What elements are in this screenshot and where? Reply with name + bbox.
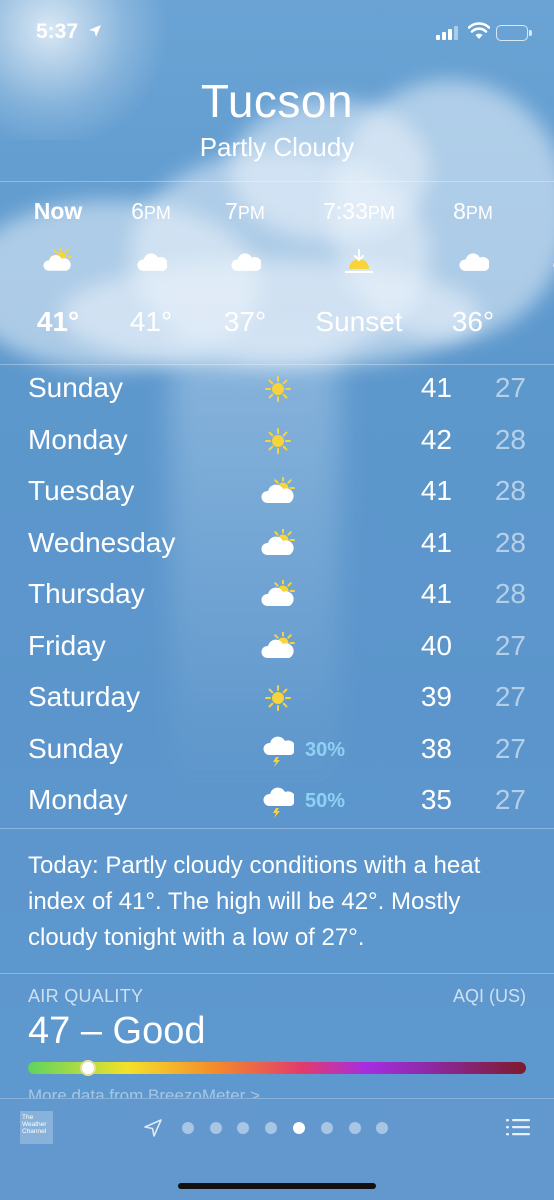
page-dot[interactable] bbox=[348, 1122, 361, 1134]
daily-row: Monday 42 28 bbox=[0, 416, 554, 468]
hour-time: 7PM bbox=[225, 198, 265, 224]
hourly-item: 7PM 37° bbox=[190, 196, 300, 340]
low-temperature: 27 bbox=[494, 629, 526, 661]
sun-icon bbox=[258, 681, 298, 715]
precipitation-chance: 50% bbox=[305, 790, 346, 812]
air-quality-unit: AQI (US) bbox=[452, 986, 526, 1006]
divider bbox=[0, 828, 554, 829]
daily-row: Wednesday 41 28 bbox=[0, 519, 554, 571]
battery-icon bbox=[496, 25, 532, 41]
low-temperature: 28 bbox=[494, 423, 526, 455]
daily-row: Tuesday 41 28 bbox=[0, 467, 554, 519]
high-temperature: 42 bbox=[420, 423, 452, 455]
page-indicator[interactable] bbox=[142, 1117, 396, 1139]
low-temperature: 27 bbox=[494, 784, 526, 815]
city-list-icon[interactable] bbox=[506, 1117, 530, 1137]
thunderstorm-icon bbox=[258, 784, 298, 818]
day-name: Friday bbox=[28, 629, 106, 661]
page-dot[interactable] bbox=[181, 1122, 194, 1134]
air-quality-value: 47 – Good bbox=[28, 1010, 206, 1052]
high-temperature: 35 bbox=[420, 784, 452, 815]
low-temperature: 27 bbox=[494, 681, 526, 712]
day-name: Thursday bbox=[28, 578, 145, 609]
air-quality-indicator bbox=[79, 1060, 96, 1076]
partly-cloudy-icon bbox=[258, 578, 298, 612]
air-quality-scale bbox=[28, 1060, 526, 1076]
day-name: Sunday bbox=[28, 732, 123, 764]
precipitation-chance: 30% bbox=[305, 738, 346, 761]
current-condition: Partly Cloudy bbox=[199, 132, 355, 162]
page-dot[interactable] bbox=[293, 1122, 306, 1134]
high-temperature: 41 bbox=[420, 526, 452, 558]
cloud-icon bbox=[512, 240, 554, 284]
partly-cloudy-icon bbox=[258, 527, 298, 561]
hourly-item: 7:33PM Sunset bbox=[304, 196, 414, 340]
low-temperature: 28 bbox=[494, 475, 526, 506]
forecast-summary: Today: Partly cloudy conditions with a h… bbox=[28, 852, 481, 951]
hourly-forecast[interactable]: Now 41° 6PM 41° 7PM 37° 7:33PM Sunset 8P… bbox=[0, 182, 554, 365]
high-temperature: 39 bbox=[420, 681, 452, 712]
city-name: Tucson bbox=[200, 75, 354, 127]
page-dot[interactable] bbox=[376, 1122, 389, 1134]
bottom-toolbar: The Weather Channel bbox=[0, 1098, 554, 1200]
daily-row: Monday 50% 35 27 bbox=[0, 776, 554, 828]
partly-cloudy-icon bbox=[258, 630, 298, 664]
divider bbox=[0, 973, 554, 974]
sun-icon bbox=[258, 372, 298, 406]
daily-row: Sunday 30% 38 27 bbox=[0, 725, 554, 777]
low-temperature: 27 bbox=[494, 372, 526, 403]
low-temperature: 28 bbox=[494, 526, 526, 558]
day-name: Tuesday bbox=[28, 475, 135, 506]
page-dot[interactable] bbox=[320, 1122, 333, 1134]
daily-forecast: Sunday 41 27 Monday 42 28 Tuesday 41 28 … bbox=[0, 364, 554, 828]
hourly-item: 9 3 bbox=[512, 196, 554, 340]
high-temperature: 40 bbox=[420, 629, 452, 661]
hour-temperature: Sunset bbox=[315, 306, 403, 337]
daily-row: Friday 40 27 bbox=[0, 622, 554, 674]
thunderstorm-icon bbox=[258, 733, 298, 767]
current-location-icon[interactable] bbox=[142, 1117, 164, 1139]
page-dot[interactable] bbox=[237, 1122, 250, 1134]
day-name: Monday bbox=[28, 784, 128, 815]
day-name: Saturday bbox=[28, 681, 141, 712]
daily-row: Sunday 41 27 bbox=[0, 364, 554, 416]
day-name: Sunday bbox=[28, 372, 123, 403]
more-data-link[interactable]: More data from BreezoMeter > bbox=[28, 1086, 260, 1098]
status-bar: 5:37 bbox=[0, 0, 554, 64]
day-name: Wednesday bbox=[28, 526, 176, 558]
sunset-icon bbox=[304, 240, 414, 284]
page-dot[interactable] bbox=[209, 1122, 222, 1134]
weather-channel-logo[interactable]: The Weather Channel bbox=[20, 1111, 53, 1144]
daily-row: Saturday 39 27 bbox=[0, 673, 554, 725]
hour-temperature: 37° bbox=[223, 306, 267, 337]
day-name: Monday bbox=[28, 423, 128, 455]
air-quality-label: AIR QUALITY bbox=[28, 986, 144, 1006]
high-temperature: 38 bbox=[420, 732, 452, 764]
wifi-icon bbox=[468, 22, 490, 39]
hour-time: 7:33PM bbox=[323, 198, 395, 224]
status-time: 5:37 bbox=[36, 20, 79, 43]
high-temperature: 41 bbox=[420, 578, 452, 609]
hour-time: 9 bbox=[512, 196, 554, 226]
cellular-signal-icon bbox=[436, 26, 458, 40]
hour-temperature: 3 bbox=[512, 304, 554, 340]
page-dot[interactable] bbox=[265, 1122, 278, 1134]
high-temperature: 41 bbox=[420, 475, 452, 506]
sun-icon bbox=[258, 424, 298, 458]
low-temperature: 27 bbox=[494, 732, 526, 764]
partly-cloudy-icon bbox=[258, 475, 298, 509]
high-temperature: 41 bbox=[420, 372, 452, 403]
home-indicator bbox=[178, 1183, 376, 1189]
daily-row: Thursday 41 28 bbox=[0, 570, 554, 622]
cloud-icon bbox=[190, 240, 300, 284]
location-arrow-icon bbox=[89, 25, 101, 37]
low-temperature: 28 bbox=[494, 578, 526, 609]
